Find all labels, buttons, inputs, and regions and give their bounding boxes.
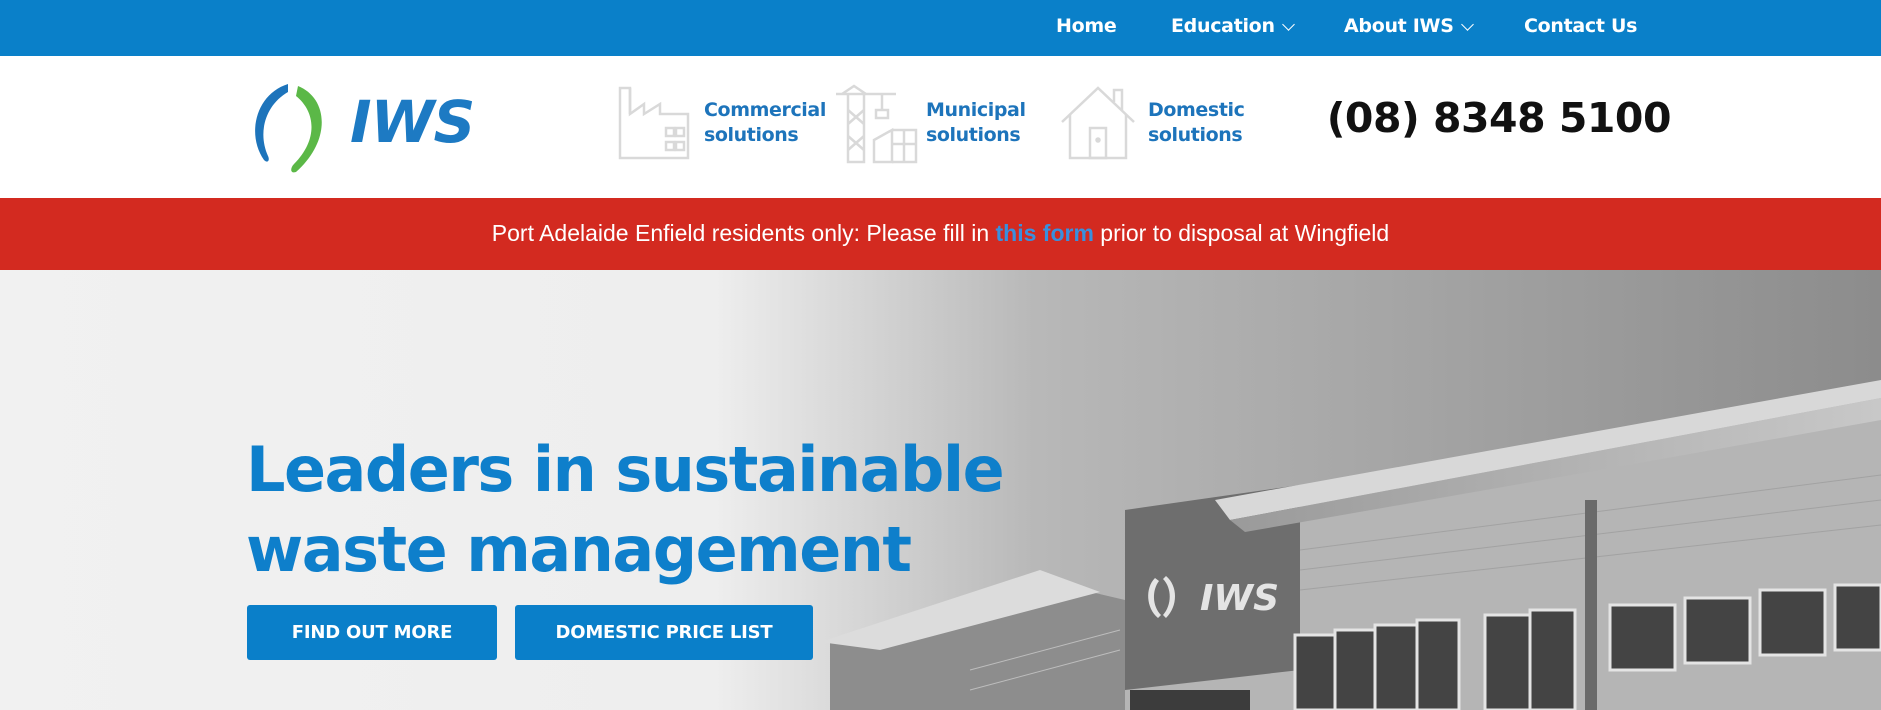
commercial-line1: Commercial xyxy=(704,99,826,121)
factory-icon xyxy=(618,86,690,160)
domestic-line1: Domestic xyxy=(1148,99,1245,121)
hero-section: IWS Leaders in sustainable waste managem… xyxy=(0,270,1881,710)
chevron-down-icon xyxy=(1281,18,1295,31)
house-icon xyxy=(1061,86,1135,160)
hero-heading: Leaders in sustainable waste management xyxy=(246,430,1005,590)
nav-education[interactable]: Education xyxy=(1171,0,1295,56)
commercial-solutions-label: Commercial solutions xyxy=(704,98,844,148)
commercial-solutions-link[interactable]: Commercial solutions xyxy=(618,84,826,164)
domestic-solutions-label: Domestic solutions xyxy=(1148,98,1288,148)
nav-about[interactable]: About IWS xyxy=(1344,0,1474,56)
logo-text: IWS xyxy=(350,88,475,156)
domestic-price-list-button[interactable]: DOMESTIC PRICE LIST xyxy=(515,605,813,660)
domestic-line2: solutions xyxy=(1148,124,1243,146)
site-header: IWS Commercial solutions Municipal solut… xyxy=(0,56,1881,198)
find-out-more-button[interactable]: FIND OUT MORE xyxy=(247,605,497,660)
municipal-solutions-label: Municipal solutions xyxy=(926,98,1066,148)
municipal-line1: Municipal xyxy=(926,99,1026,121)
chevron-down-icon xyxy=(1460,18,1474,31)
domestic-solutions-link[interactable]: Domestic solutions xyxy=(1060,84,1260,164)
nav-education-label: Education xyxy=(1171,15,1275,37)
iws-logo[interactable]: IWS xyxy=(246,82,475,174)
nav-contact-label: Contact Us xyxy=(1524,15,1638,37)
hero-title-line1: Leaders in sustainable xyxy=(246,433,1005,506)
phone-number-link[interactable]: (08) 8348 5100 xyxy=(1327,94,1672,142)
nav-contact[interactable]: Contact Us xyxy=(1524,0,1637,56)
municipal-solutions-link[interactable]: Municipal solutions xyxy=(834,84,1034,164)
municipal-line2: solutions xyxy=(926,124,1021,146)
commercial-line2: solutions xyxy=(704,124,799,146)
top-navigation: Home Education About IWS Contact Us xyxy=(0,0,1881,56)
nav-home-label: Home xyxy=(1056,15,1117,37)
nav-home[interactable]: Home xyxy=(1056,0,1117,56)
crane-icon xyxy=(836,84,918,164)
alert-banner: Port Adelaide Enfield residents only: Pl… xyxy=(0,198,1881,270)
iws-logo-mark-icon xyxy=(255,84,322,173)
hero-title-line2: waste management xyxy=(246,513,912,586)
alert-form-link[interactable]: this form xyxy=(996,220,1094,246)
building-sign-text: IWS xyxy=(1200,578,1279,619)
alert-text-after: prior to disposal at Wingfield xyxy=(1093,220,1390,246)
alert-text-before: Port Adelaide Enfield residents only: Pl… xyxy=(491,220,996,246)
nav-about-label: About IWS xyxy=(1344,15,1454,37)
